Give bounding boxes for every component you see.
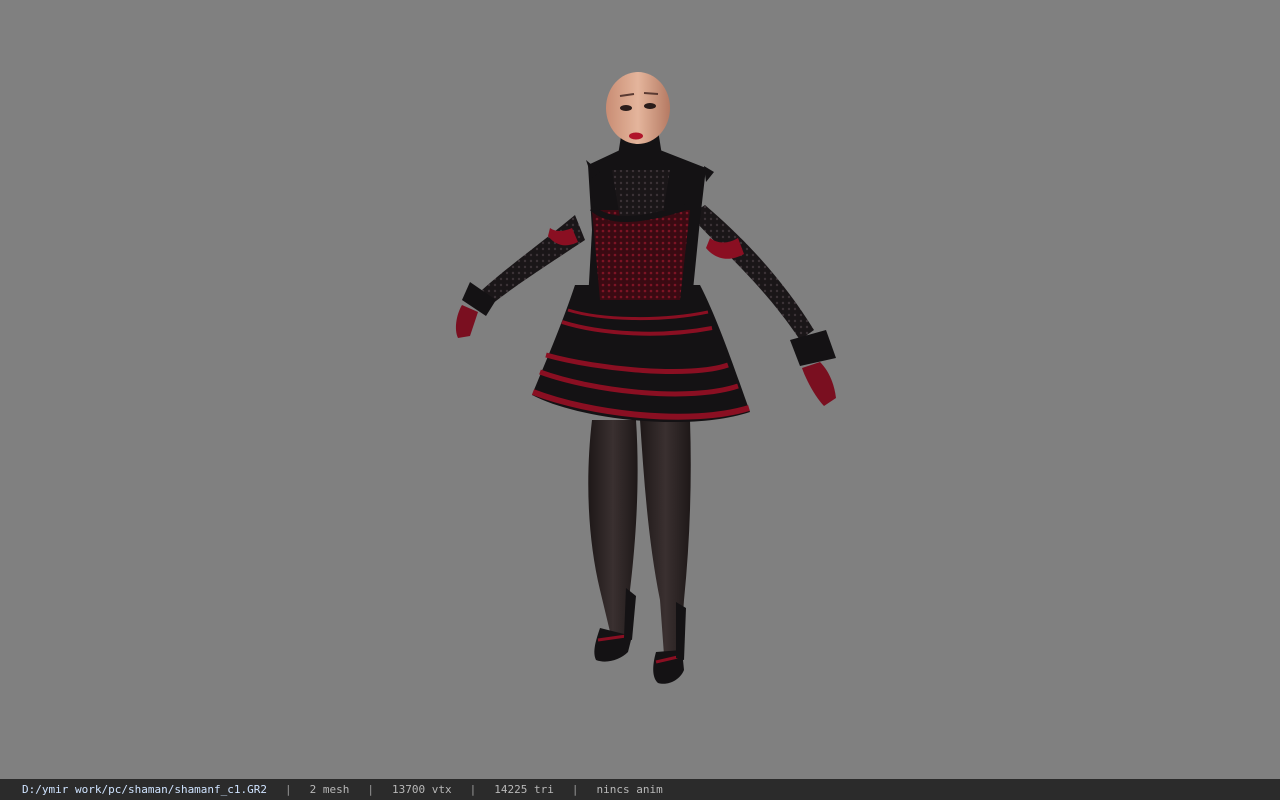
vertex-count: 13700 vtx xyxy=(392,783,452,796)
file-path: D:/ymir work/pc/shaman/shamanf_c1.GR2 xyxy=(22,783,268,796)
status-bar: D:/ymir work/pc/shaman/shamanf_c1.GR2 | … xyxy=(0,779,1280,800)
3d-viewport[interactable] xyxy=(0,0,1280,779)
torso xyxy=(586,150,714,300)
mesh-count: 2 mesh xyxy=(309,783,350,796)
separator: | xyxy=(571,783,579,796)
triangle-count: 14225 tri xyxy=(494,783,554,796)
separator: | xyxy=(469,783,477,796)
animation-status: nincs anim xyxy=(596,783,663,796)
character-model[interactable] xyxy=(0,0,1280,779)
separator: | xyxy=(285,783,292,796)
legs xyxy=(588,420,691,655)
separator: | xyxy=(367,783,375,796)
head xyxy=(606,72,670,144)
